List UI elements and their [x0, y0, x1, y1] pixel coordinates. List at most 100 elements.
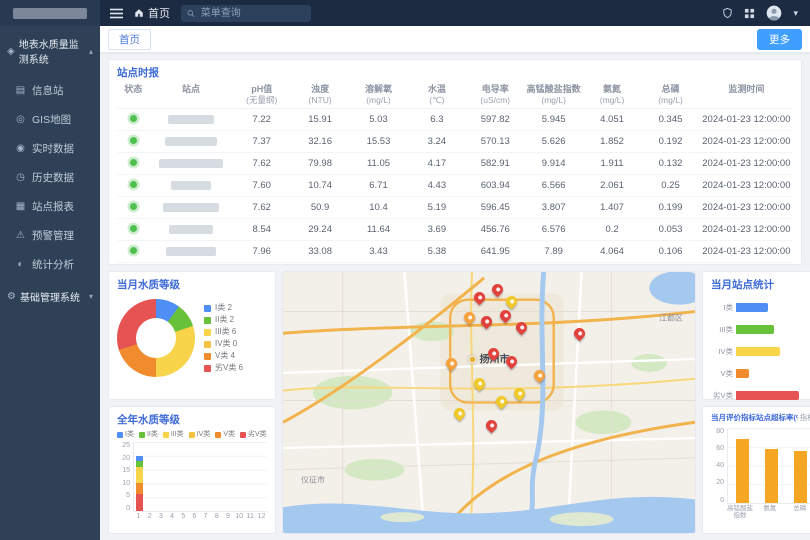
station-name-redacted: [169, 225, 213, 234]
map-panel[interactable]: 扬州市江都区仪征市: [282, 271, 696, 534]
legend-label: IV类: [197, 430, 211, 441]
legend-item[interactable]: II类 2: [204, 314, 243, 326]
status-cell: [117, 218, 149, 240]
legend-item[interactable]: I类 2: [204, 302, 243, 314]
exceed-rate-panel: 当月评价指标站点超标率(%) 指标 806040200 高锰酸盐指数氨氮总磷: [702, 406, 810, 535]
value-cell: 3.807: [524, 196, 582, 218]
legend-item[interactable]: 劣V类 6: [204, 362, 243, 374]
alert-manage-icon: ⚠: [15, 230, 26, 241]
column-unit: (uS/cm): [467, 95, 523, 106]
more-button[interactable]: 更多: [757, 29, 802, 50]
station-name-redacted: [163, 203, 219, 212]
table-row[interactable]: 7.6279.9811.054.17582.919.9141.9110.1322…: [117, 152, 793, 174]
sidebar-item-label: 实时数据: [32, 141, 74, 156]
y-tick-label: 40: [711, 462, 724, 469]
stack-segment[interactable]: [136, 483, 143, 494]
sidebar-item-realtime-data[interactable]: ◉实时数据: [0, 134, 100, 163]
sidebar-item-stats-analysis[interactable]: ◐统计分析: [0, 250, 100, 279]
map-canvas[interactable]: [283, 272, 695, 533]
legend-label: IV类 0: [215, 338, 237, 350]
bar[interactable]: [736, 347, 780, 356]
bar[interactable]: [736, 391, 799, 400]
category-label: III类: [711, 324, 733, 335]
apps-grid-icon[interactable]: [744, 8, 755, 19]
column-name: 浊度: [292, 84, 348, 95]
bar[interactable]: [736, 325, 774, 334]
y-tick-label: 60: [711, 445, 724, 452]
donut-legend: I类 2II类 2III类 6IV类 0V类 4劣V类 6: [204, 302, 243, 374]
bar[interactable]: [736, 303, 768, 312]
search-input[interactable]: [199, 7, 305, 20]
history-data-icon: ◷: [15, 172, 26, 183]
user-dropdown-caret-icon[interactable]: ▾: [793, 9, 798, 18]
sidebar-item-gis-map[interactable]: ◎GIS地图: [0, 105, 100, 134]
status-dot-normal: [130, 159, 137, 166]
table-row[interactable]: 7.6250.910.45.19596.453.8071.4070.199202…: [117, 196, 793, 218]
bar[interactable]: [736, 439, 749, 503]
station-report-title: 站点时报: [117, 65, 793, 80]
category-label: 劣V类: [711, 390, 733, 401]
column-name: 站点: [150, 84, 231, 95]
column-header: 高锰酸盐指数(mg/L): [524, 82, 582, 108]
sidebar-item-history-data[interactable]: ◷历史数据: [0, 163, 100, 192]
station-cell: [149, 108, 232, 130]
legend-item[interactable]: IV类 0: [204, 338, 243, 350]
year-grade-title: 全年水质等级: [117, 412, 267, 427]
legend-item[interactable]: III类: [163, 430, 184, 441]
legend-item[interactable]: I类: [117, 430, 134, 441]
legend-swatch: [189, 432, 195, 438]
table-row[interactable]: 7.9633.083.435.38641.957.894.0640.106202…: [117, 240, 793, 262]
legend-item[interactable]: II类: [139, 430, 158, 441]
hamburger-menu-icon[interactable]: [110, 8, 123, 19]
month-station-title: 当月站点统计: [711, 277, 810, 292]
table-row[interactable]: 7.3732.1615.533.24570.135.6261.8520.1922…: [117, 130, 793, 152]
y-tick-label: 25: [117, 442, 130, 449]
time-cell: 2024-01-23 12:00:00: [700, 152, 793, 174]
legend-item[interactable]: III类 6: [204, 326, 243, 338]
stack-segment[interactable]: [136, 467, 143, 484]
column-name: 电导率: [467, 84, 523, 95]
sidebar-item-info-board[interactable]: ▤信息站: [0, 76, 100, 105]
legend-item[interactable]: 劣V类: [240, 430, 267, 441]
menu-search[interactable]: [181, 5, 311, 22]
value-cell: 4.43: [408, 174, 466, 196]
table-row[interactable]: 7.6010.746.714.43603.946.5662.0610.25202…: [117, 174, 793, 196]
legend-item[interactable]: V类 4: [204, 350, 243, 362]
sidebar-group-base-system[interactable]: ⚙ 基础管理系统 ▾: [0, 279, 100, 314]
bar[interactable]: [794, 451, 807, 503]
x-tick-label: 3: [155, 513, 166, 520]
column-unit: [150, 95, 231, 106]
bar[interactable]: [765, 449, 778, 502]
breadcrumb-home[interactable]: 首页: [134, 5, 170, 21]
legend-item[interactable]: V类: [215, 430, 235, 441]
avatar[interactable]: [766, 5, 782, 21]
chevron-down-icon: ▾: [89, 292, 93, 301]
legend-item[interactable]: IV类: [189, 430, 211, 441]
table-row[interactable]: 8.5429.2411.643.69456.766.5760.20.053202…: [117, 218, 793, 240]
table-row[interactable]: 7.2215.915.036.3597.825.9454.0510.345202…: [117, 108, 793, 130]
value-cell: 5.19: [408, 196, 466, 218]
app-logo-area: [0, 0, 100, 26]
donut-ring[interactable]: [117, 299, 195, 377]
bar[interactable]: [736, 369, 749, 378]
legend-label: II类: [147, 430, 158, 441]
year-grade-panel: 全年水质等级 I类II类III类IV类V类劣V类 2520151050 1234…: [108, 406, 276, 535]
stack-segment[interactable]: [136, 494, 143, 511]
y-tick-label: 5: [117, 492, 130, 499]
header-left: 首页: [100, 5, 722, 22]
tab-home[interactable]: 首页: [108, 29, 151, 50]
value-cell: 7.96: [233, 240, 291, 262]
column-name: pH值: [234, 84, 290, 95]
x-tick-label: 4: [167, 513, 178, 520]
shield-icon[interactable]: [722, 7, 733, 19]
station-cell: [149, 130, 232, 152]
sidebar-item-station-report[interactable]: ▦站点报表: [0, 192, 100, 221]
value-cell: 603.94: [466, 174, 524, 196]
sidebar-item-alert-manage[interactable]: ⚠ 预警管理: [0, 221, 100, 250]
sidebar-group-water-system[interactable]: ◈ 地表水质量监测系统 ▴: [0, 26, 100, 76]
sidebar-item-label: 预警管理: [32, 228, 74, 243]
indicator-label[interactable]: 指标: [800, 412, 810, 423]
gis-map-icon: ◎: [15, 114, 26, 125]
value-cell: 9.914: [524, 152, 582, 174]
value-cell: 7.22: [233, 108, 291, 130]
